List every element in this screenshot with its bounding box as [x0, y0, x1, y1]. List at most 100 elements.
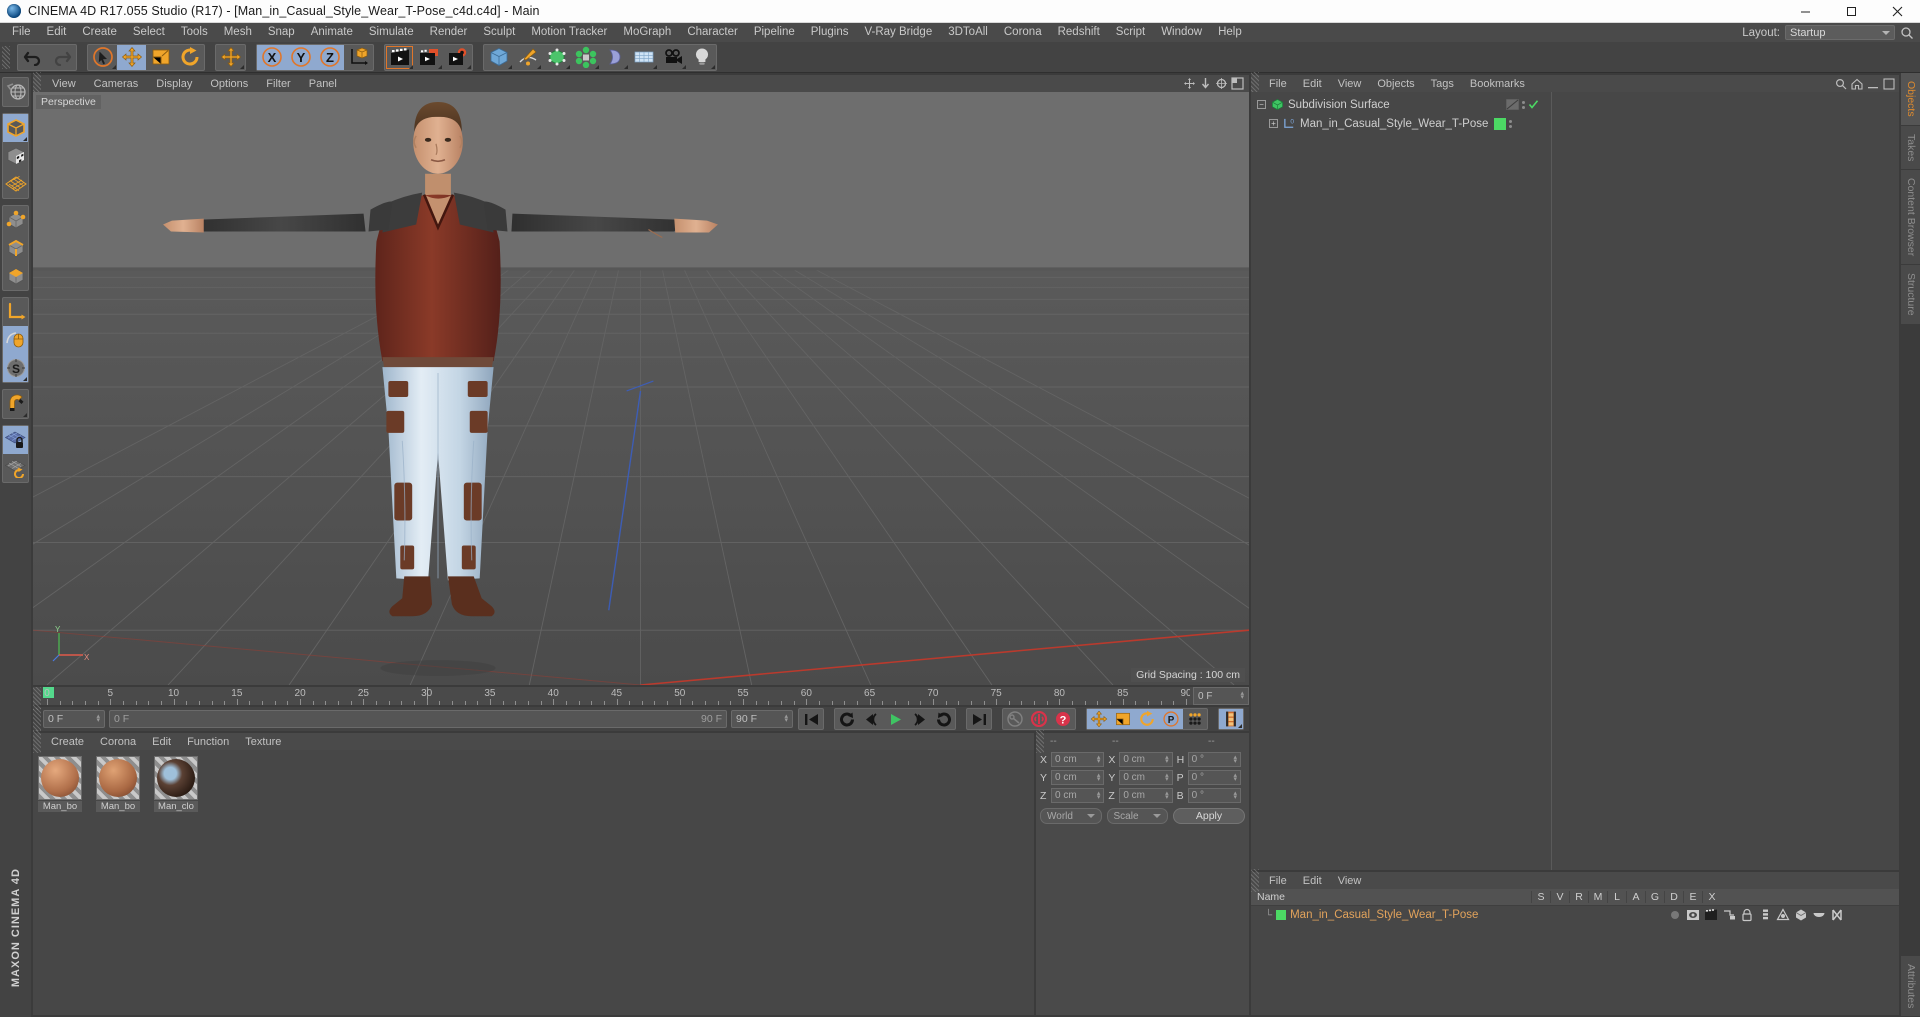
lock-icon[interactable] [1739, 908, 1755, 922]
connect-icon[interactable] [1721, 908, 1737, 922]
viewport-menu-cameras[interactable]: Cameras [85, 77, 148, 91]
material-swatch[interactable]: Man_bo [38, 756, 90, 812]
menu-simulate[interactable]: Simulate [361, 24, 422, 41]
column-s[interactable]: S [1531, 891, 1550, 903]
record-scale-button[interactable] [1111, 709, 1135, 729]
menu-file[interactable]: File [4, 24, 39, 41]
timeline-ruler[interactable]: 0 5 10 15 20 25 30 35 40 45 50 55 60 65 70 75 80 85 90 [43, 687, 1190, 705]
character-model[interactable] [33, 92, 1249, 685]
menu-mograph[interactable]: MoGraph [615, 24, 679, 41]
viewport-menu-view[interactable]: View [43, 77, 85, 91]
layer-manager-gripper[interactable] [1251, 869, 1259, 892]
record-parameter-button[interactable]: P [1159, 709, 1183, 729]
frame-field[interactable]: 0 F ▴ ▾ [43, 710, 105, 728]
points-mode-button[interactable] [3, 206, 28, 234]
viewport-3d[interactable]: Perspective Grid Spacing : 100 cm Y X [33, 92, 1249, 685]
move-camera-icon[interactable] [1183, 77, 1196, 90]
column-l[interactable]: L [1607, 891, 1626, 903]
expander-icon[interactable]: − [1257, 100, 1266, 109]
visibility-icon[interactable] [1685, 908, 1701, 922]
search-icon[interactable] [1835, 78, 1847, 90]
column-x[interactable]: X [1702, 891, 1721, 903]
add-camera-button[interactable] [658, 45, 687, 70]
object-row-man-in-casual-style-wear-t-pose[interactable]: + 0 Man_in_Casual_Style_Wear_T-Pose [1251, 114, 1899, 133]
toggle-grey-icon[interactable] [1506, 99, 1519, 110]
deform-icon[interactable] [1793, 908, 1809, 922]
menu-corona[interactable]: Corona [996, 24, 1050, 41]
edges-mode-button[interactable] [3, 234, 28, 262]
menu-motion-tracker[interactable]: Motion Tracker [523, 24, 615, 41]
stepper-icon[interactable]: ▴ ▾ [96, 713, 100, 724]
material-swatch[interactable]: Man_clo [154, 756, 206, 812]
object-menu-file[interactable]: File [1261, 77, 1295, 91]
timeline-current-frame-field[interactable]: 0 F ▴ ▾ [1193, 687, 1249, 705]
zoom-camera-icon[interactable] [1215, 77, 1228, 90]
lock-y-axis[interactable]: Y [286, 44, 315, 70]
layer-menu-file[interactable]: File [1261, 874, 1295, 888]
pos-z-input[interactable]: 0 cm ▴ ▾ [1051, 788, 1105, 803]
layer-row[interactable]: └ Man_in_Casual_Style_Wear_T-Pose [1251, 906, 1899, 924]
layer-menu-edit[interactable]: Edit [1295, 874, 1330, 888]
rot-h-input[interactable]: 0 ° ▴ ▾ [1187, 752, 1241, 767]
coordinate-system-dropdown[interactable]: World [1040, 808, 1102, 824]
autokeying-button[interactable] [1003, 709, 1027, 729]
menu-script[interactable]: Script [1108, 24, 1153, 41]
object-menu-view[interactable]: View [1330, 77, 1370, 91]
record-rotation-button[interactable] [1135, 709, 1159, 729]
material-manager-gripper[interactable] [33, 730, 41, 753]
search-icon[interactable] [1900, 26, 1914, 40]
x-ref-icon[interactable] [1829, 908, 1845, 922]
layer-rows[interactable]: └ Man_in_Casual_Style_Wear_T-Pose [1251, 906, 1899, 1015]
column-v[interactable]: V [1550, 891, 1569, 903]
maximize-view-icon[interactable] [1231, 77, 1244, 90]
close-icon[interactable] [1874, 0, 1920, 23]
add-array-button[interactable] [571, 45, 600, 70]
minimize-pane-icon[interactable] [1867, 78, 1879, 90]
maximize-icon[interactable] [1828, 0, 1874, 23]
next-frame-button[interactable] [907, 709, 931, 729]
menu-pipeline[interactable]: Pipeline [746, 24, 803, 41]
undo-button[interactable] [18, 45, 47, 70]
go-to-end-button[interactable] [967, 709, 991, 729]
layer-icon[interactable] [1757, 908, 1773, 922]
layout-dropdown[interactable]: Startup [1785, 25, 1895, 40]
render-to-picture-viewer-button[interactable] [414, 45, 443, 70]
viewport-menu-panel[interactable]: Panel [300, 77, 346, 91]
render-settings-button[interactable] [443, 45, 472, 70]
move-tool[interactable] [117, 44, 146, 70]
next-keyframe-button[interactable] [931, 709, 955, 729]
size-z-input[interactable]: 0 cm ▴ ▾ [1119, 788, 1173, 803]
dot-icon[interactable] [1667, 908, 1683, 922]
material-menu-create[interactable]: Create [43, 735, 92, 749]
material-menu-edit[interactable]: Edit [144, 735, 179, 749]
column-d[interactable]: D [1664, 891, 1683, 903]
time-scrubber[interactable]: 0 F 90 F [109, 710, 727, 728]
menu-tools[interactable]: Tools [173, 24, 216, 41]
object-menu-objects[interactable]: Objects [1369, 77, 1422, 91]
material-menu-corona[interactable]: Corona [92, 735, 144, 749]
menu-edit[interactable]: Edit [39, 24, 75, 41]
workplane-mode-button[interactable] [3, 170, 28, 198]
menu-help[interactable]: Help [1210, 24, 1250, 41]
add-scene-button[interactable] [629, 45, 658, 70]
snap-settings-button[interactable]: S [3, 354, 28, 382]
powerbar-gripper[interactable] [33, 707, 41, 731]
menu-sculpt[interactable]: Sculpt [475, 24, 523, 41]
column-e[interactable]: E [1683, 891, 1702, 903]
viewport-menu-options[interactable]: Options [201, 77, 257, 91]
column-a[interactable]: A [1626, 891, 1645, 903]
add-cube-button[interactable] [484, 45, 513, 70]
column-r[interactable]: R [1569, 891, 1588, 903]
dots-icon[interactable] [1509, 119, 1512, 128]
texture-mode-button[interactable] [3, 142, 28, 170]
material-menu-texture[interactable]: Texture [237, 735, 289, 749]
add-spline-button[interactable] [513, 45, 542, 70]
size-y-input[interactable]: 0 cm ▴ ▾ [1119, 770, 1173, 785]
tab-structure[interactable]: Structure [1901, 265, 1920, 325]
object-menu-edit[interactable]: Edit [1295, 77, 1330, 91]
viewport-menu-display[interactable]: Display [147, 77, 201, 91]
maximize-pane-icon[interactable] [1883, 77, 1895, 90]
green-check-icon[interactable] [1528, 99, 1539, 110]
redo-button[interactable] [47, 45, 76, 70]
green-square-icon[interactable] [1494, 117, 1506, 130]
